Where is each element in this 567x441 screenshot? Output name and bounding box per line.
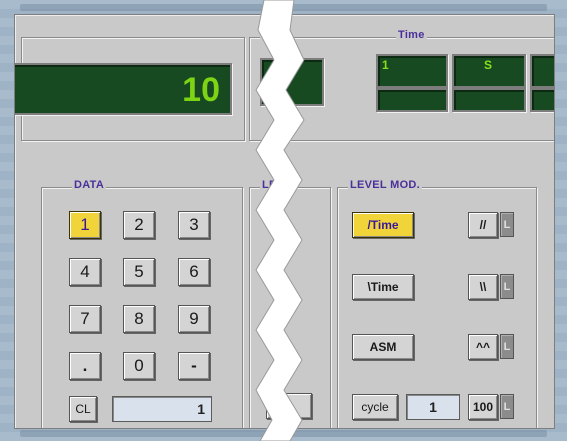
- time-cell-5: [452, 88, 526, 112]
- key-minus[interactable]: -: [178, 352, 210, 380]
- l-button-2[interactable]: L: [500, 274, 514, 299]
- key-0[interactable]: 0: [123, 352, 155, 380]
- time-cell-1: 1: [376, 54, 448, 88]
- l-button-1[interactable]: L: [500, 212, 514, 237]
- key-5[interactable]: 5: [123, 258, 155, 286]
- asm-button[interactable]: ASM: [352, 334, 414, 360]
- key-3[interactable]: 3: [178, 211, 210, 239]
- clear-button[interactable]: CL: [69, 396, 97, 422]
- key-2[interactable]: 2: [123, 211, 155, 239]
- data-title: DATA: [72, 179, 107, 191]
- l-button-3[interactable]: L: [500, 334, 514, 359]
- cycle-value-field[interactable]: 1: [406, 394, 460, 420]
- cycle-button[interactable]: cycle: [352, 394, 398, 420]
- level-mod-title: LEVEL MOD.: [348, 179, 423, 191]
- data-panel: DATA 1 2 3 4 5 6 7 8 9 . 0 - CL 1: [41, 179, 243, 428]
- data-input-field[interactable]: 1: [112, 396, 212, 422]
- time-cell-6: [530, 88, 554, 112]
- double-backslash-button[interactable]: \\: [468, 274, 498, 300]
- display-panel: 10: [15, 37, 245, 141]
- key-decimal[interactable]: .: [69, 352, 101, 380]
- double-slash-button[interactable]: //: [468, 212, 498, 238]
- time-cell-3: [530, 54, 554, 88]
- display-value: 10: [182, 71, 220, 109]
- main-display: 10: [15, 63, 232, 115]
- time-cell-2: S: [452, 54, 526, 88]
- key-7[interactable]: 7: [69, 305, 101, 333]
- key-8[interactable]: 8: [123, 305, 155, 333]
- time-cell-4: [376, 88, 448, 112]
- key-9[interactable]: 9: [178, 305, 210, 333]
- key-4[interactable]: 4: [69, 258, 101, 286]
- time-forward-button[interactable]: /Time: [352, 212, 414, 238]
- level-mod-panel: LEVEL MOD. /Time \Time ASM cycle 1 // L …: [337, 179, 537, 428]
- torn-paper-divider: [255, 0, 305, 441]
- l-button-4[interactable]: L: [500, 394, 514, 419]
- key-6[interactable]: 6: [178, 258, 210, 286]
- hundred-button[interactable]: 100: [468, 394, 498, 420]
- time-back-button[interactable]: \Time: [352, 274, 414, 300]
- double-caret-button[interactable]: ^^: [468, 334, 498, 360]
- time-title: Time: [396, 29, 427, 41]
- key-1[interactable]: 1: [69, 211, 101, 239]
